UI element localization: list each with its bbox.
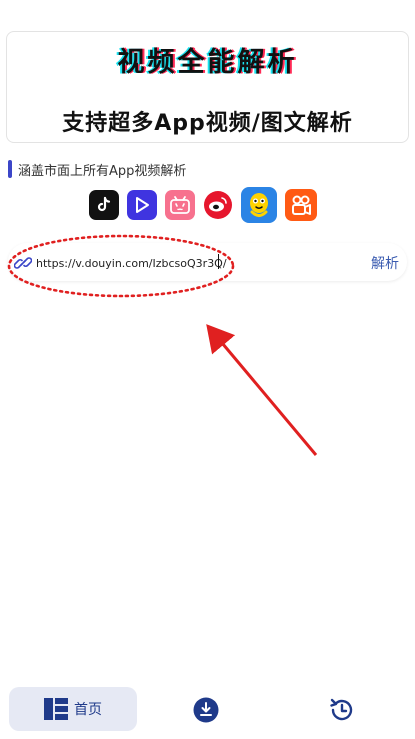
history-icon[interactable] (328, 696, 356, 724)
nav-home-tab[interactable]: 首页 (9, 687, 137, 731)
section-label: 涵盖市面上所有App视频解析 (8, 160, 187, 179)
douyin-icon[interactable] (89, 190, 119, 220)
download-icon[interactable] (193, 697, 219, 723)
bilibili-icon[interactable] (165, 190, 195, 220)
section-accent-bar (8, 160, 12, 178)
banner-title: 视频全能解析 (117, 47, 298, 78)
url-input[interactable] (36, 254, 256, 272)
banner-subtitle: 支持超多App视频/图文解析 (62, 111, 353, 136)
nav-home-label: 首页 (74, 702, 102, 718)
section-label-text: 涵盖市面上所有App视频解析 (18, 163, 187, 179)
url-input-row: 解析 (8, 243, 407, 281)
video-play-icon[interactable] (127, 190, 157, 220)
parse-button[interactable]: 解析 (371, 253, 399, 273)
qq-penguin-icon[interactable] (241, 187, 277, 223)
annotation-arrow (206, 324, 318, 456)
supported-apps-row (89, 187, 317, 223)
link-icon (14, 257, 32, 269)
weibo-icon[interactable] (203, 190, 233, 220)
app-banner: 视频全能解析 支持超多App视频/图文解析 (6, 31, 409, 143)
bottom-nav: 首页 (0, 680, 415, 739)
home-grid-icon (44, 698, 68, 720)
text-caret (218, 254, 219, 269)
kuaishou-icon[interactable] (285, 189, 317, 221)
